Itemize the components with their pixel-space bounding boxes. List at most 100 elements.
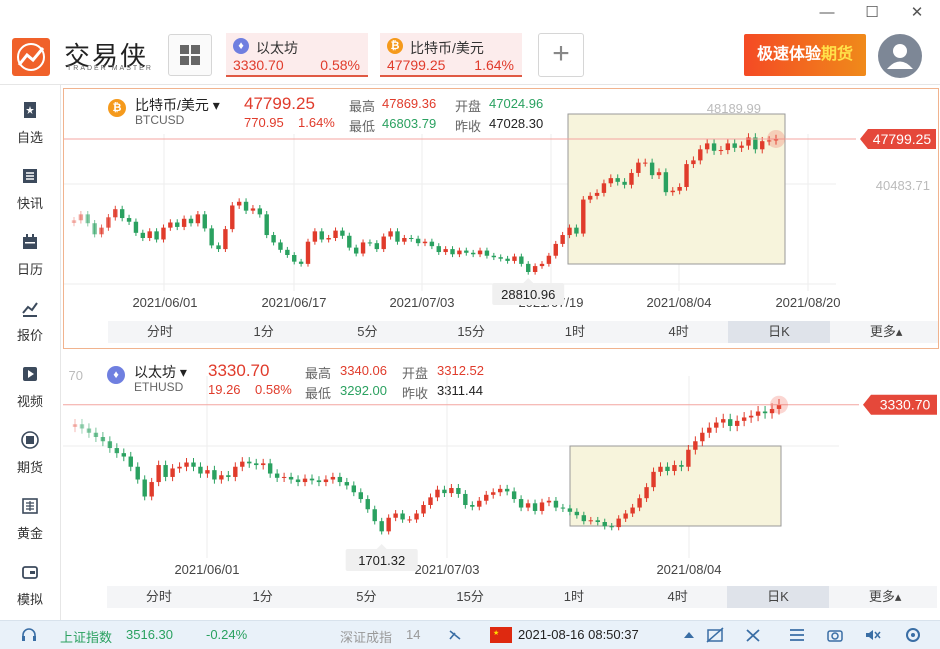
mute-icon[interactable]: [864, 627, 882, 643]
x-tick-label: 2021/07/03: [414, 562, 479, 577]
candle: [278, 242, 283, 250]
candle: [436, 246, 441, 253]
candle: [700, 432, 705, 442]
tools-icon[interactable]: [744, 627, 762, 643]
candle: [379, 521, 384, 532]
candle: [644, 487, 649, 499]
btc-chart-panel: ₿ 比特币/美元 ▾ BTCUSD 47799.25 770.95 1.64% …: [63, 88, 939, 349]
futures-promo-banner[interactable]: 极速体验期货: [744, 34, 866, 76]
index-name[interactable]: 上证指数: [60, 627, 112, 646]
candle: [587, 195, 593, 200]
candle: [421, 505, 426, 514]
candle: [121, 453, 126, 457]
candle: [539, 502, 545, 511]
candle: [595, 520, 600, 522]
candle: [149, 482, 154, 497]
sidebar-item-5[interactable]: 视频: [0, 359, 60, 419]
timeframe-7[interactable]: 日K: [727, 586, 829, 608]
candle: [72, 424, 78, 427]
candle: [484, 250, 490, 256]
timeframe-8[interactable]: 更多▴: [834, 321, 938, 343]
candle: [347, 235, 352, 248]
candle: [216, 245, 221, 250]
candle: [470, 505, 475, 507]
candle: [353, 247, 359, 254]
camera-icon[interactable]: [826, 627, 844, 643]
chevron-up-icon[interactable]: [680, 627, 698, 643]
candle: [78, 214, 84, 221]
sidebar-item-2[interactable]: 快讯: [0, 161, 60, 221]
minimize-button[interactable]: —: [816, 4, 838, 22]
menu-icon[interactable]: [788, 627, 806, 643]
headset-icon[interactable]: [20, 627, 38, 643]
selection-range-box[interactable]: [567, 113, 786, 265]
candle: [240, 461, 245, 467]
candle: [546, 500, 552, 503]
tab-name: 比特币/美元: [410, 40, 484, 56]
selection-range-box[interactable]: [569, 445, 782, 527]
candle: [470, 252, 476, 255]
candle: [608, 178, 614, 184]
maximize-button[interactable]: ☐: [861, 4, 883, 22]
favorites-icon: [24, 102, 36, 118]
btc-candlestick-chart[interactable]: 2021/06/012021/06/172021/07/032021/07/19…: [64, 89, 938, 321]
sidebar-item-8[interactable]: 模拟: [0, 557, 60, 617]
candle: [340, 230, 345, 236]
datetime: 2021-08-16 08:50:37: [518, 627, 639, 642]
layout-grid-button[interactable]: [168, 34, 212, 76]
sidebar-label: 快讯: [16, 196, 43, 211]
close-button[interactable]: ✕: [906, 4, 928, 22]
candle: [407, 519, 412, 521]
tab-btc[interactable]: ₿ 比特币/美元 47799.25 1.64%: [380, 33, 522, 77]
timeframe-6[interactable]: 4时: [627, 321, 731, 343]
tab-percent: 0.58%: [320, 57, 360, 73]
user-avatar[interactable]: [878, 34, 922, 78]
candle: [257, 208, 263, 215]
candle: [497, 488, 503, 493]
sidebar-item-4[interactable]: 报价: [0, 293, 60, 353]
timeframe-1[interactable]: 分时: [108, 321, 212, 343]
settings-icon[interactable]: [904, 627, 922, 643]
candle: [79, 424, 85, 429]
x-tick-label: 2021/07/03: [389, 295, 454, 310]
timeframe-1[interactable]: 分时: [107, 586, 211, 608]
candle: [142, 479, 147, 497]
candle: [422, 241, 428, 244]
sidebar-item-1[interactable]: 自选: [0, 95, 60, 155]
x-tick-label: 2021/08/20: [775, 295, 840, 310]
timeframe-5[interactable]: 1时: [522, 586, 626, 608]
sidebar-label: 黄金: [16, 526, 43, 541]
candle: [623, 513, 628, 519]
add-tab-button[interactable]: +: [538, 33, 584, 77]
candle: [337, 476, 343, 483]
timeframe-3[interactable]: 5分: [315, 586, 419, 608]
x-tick-label: 2021/08/04: [656, 562, 721, 577]
timeframe-5[interactable]: 1时: [523, 321, 627, 343]
no-signal-icon[interactable]: [706, 627, 724, 643]
timeframe-4[interactable]: 15分: [419, 321, 523, 343]
timeframe-2[interactable]: 1分: [212, 321, 316, 343]
tab-eth[interactable]: ♦ 以太坊 3330.70 0.58%: [226, 33, 368, 77]
timeframe-3[interactable]: 5分: [316, 321, 420, 343]
candle: [223, 229, 228, 250]
candle: [409, 238, 414, 239]
candle: [323, 479, 329, 483]
candle: [177, 466, 182, 469]
timeframe-4[interactable]: 15分: [418, 586, 522, 608]
candle: [191, 462, 196, 467]
timeframe-2[interactable]: 1分: [211, 586, 315, 608]
timeframe-7[interactable]: 日K: [728, 321, 830, 343]
shenzhen-index-name[interactable]: 深证成指: [340, 627, 392, 646]
sidebar-item-3[interactable]: 日历: [0, 227, 60, 287]
current-price-glow: [770, 395, 788, 414]
candle: [739, 145, 744, 148]
refresh-icon[interactable]: [446, 627, 464, 643]
timeframe-6[interactable]: 4时: [626, 586, 730, 608]
eth-candlestick-chart[interactable]: 2021/06/01 2021/07/03 2021/08/04 3330.70 70 1…: [63, 356, 937, 586]
candle: [560, 507, 566, 509]
candle: [693, 441, 698, 450]
sidebar-item-7[interactable]: 黄金: [0, 491, 60, 551]
timeframe-8[interactable]: 更多▴: [833, 586, 937, 608]
sidebar-item-6[interactable]: 期货: [0, 425, 60, 485]
candle: [663, 172, 669, 193]
